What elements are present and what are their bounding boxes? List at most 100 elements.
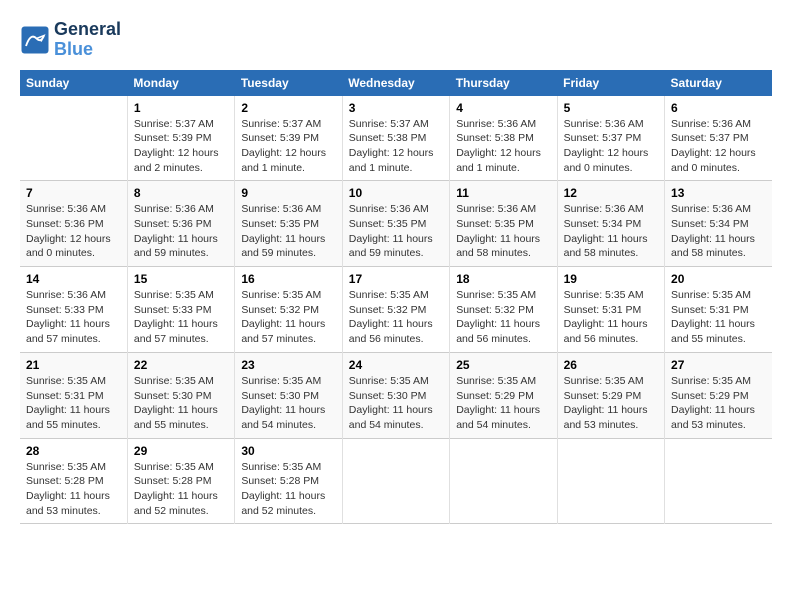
day-number: 20	[671, 272, 766, 286]
day-number: 28	[26, 444, 121, 458]
calendar-cell: 20Sunrise: 5:35 AMSunset: 5:31 PMDayligh…	[665, 267, 772, 353]
calendar-cell: 28Sunrise: 5:35 AMSunset: 5:28 PMDayligh…	[20, 438, 127, 524]
day-info: Sunrise: 5:37 AMSunset: 5:39 PMDaylight:…	[241, 117, 335, 176]
day-number: 5	[564, 101, 658, 115]
day-number: 10	[349, 186, 443, 200]
day-number: 21	[26, 358, 121, 372]
calendar-week-2: 7 Sunrise: 5:36 AMSunset: 5:36 PMDaylight…	[20, 181, 772, 267]
calendar-cell: 25 Sunrise: 5:35 AMSunset: 5:29 PMDayligh…	[450, 352, 557, 438]
day-info: Sunrise: 5:35 AMSunset: 5:31 PMDaylight:…	[564, 288, 658, 347]
day-number: 23	[241, 358, 335, 372]
calendar-cell	[342, 438, 449, 524]
calendar-cell: 17 Sunrise: 5:35 AMSunset: 5:32 PMDayligh…	[342, 267, 449, 353]
day-number: 7	[26, 186, 121, 200]
calendar-week-5: 28 Sunrise: 5:35 AMSunset: 5:28 PMDayligh…	[20, 438, 772, 524]
day-info: Sunrise: 5:36 AMSunset: 5:36 PMDaylight:…	[26, 202, 121, 261]
calendar-cell: 24Sunrise: 5:35 AMSunset: 5:30 PMDayligh…	[342, 352, 449, 438]
day-number: 26	[564, 358, 658, 372]
calendar-cell	[665, 438, 772, 524]
calendar-cell: 27 Sunrise: 5:35 AMSunset: 5:29 PMDayligh…	[665, 352, 772, 438]
calendar-cell: 15Sunrise: 5:35 AMSunset: 5:33 PMDayligh…	[127, 267, 234, 353]
calendar-cell: 2 Sunrise: 5:37 AMSunset: 5:39 PMDaylight…	[235, 96, 342, 181]
day-info: Sunrise: 5:35 AMSunset: 5:29 PMDaylight:…	[564, 374, 658, 433]
day-info: Sunrise: 5:36 AMSunset: 5:36 PMDaylight:…	[134, 202, 228, 261]
calendar-cell	[557, 438, 664, 524]
calendar-cell: 10 Sunrise: 5:36 AMSunset: 5:35 PMDayligh…	[342, 181, 449, 267]
day-number: 18	[456, 272, 550, 286]
calendar-cell	[20, 96, 127, 181]
day-info: Sunrise: 5:35 AMSunset: 5:33 PMDaylight:…	[134, 288, 228, 347]
day-info: Sunrise: 5:37 AMSunset: 5:39 PMDaylight:…	[134, 117, 228, 176]
day-number: 3	[349, 101, 443, 115]
calendar-cell: 12Sunrise: 5:36 AMSunset: 5:34 PMDayligh…	[557, 181, 664, 267]
column-header-tuesday: Tuesday	[235, 70, 342, 96]
calendar-cell: 9 Sunrise: 5:36 AMSunset: 5:35 PMDaylight…	[235, 181, 342, 267]
day-info: Sunrise: 5:36 AMSunset: 5:34 PMDaylight:…	[671, 202, 766, 261]
day-info: Sunrise: 5:36 AMSunset: 5:37 PMDaylight:…	[671, 117, 766, 176]
day-info: Sunrise: 5:35 AMSunset: 5:28 PMDaylight:…	[134, 460, 228, 519]
day-info: Sunrise: 5:35 AMSunset: 5:29 PMDaylight:…	[671, 374, 766, 433]
calendar-week-4: 21Sunrise: 5:35 AMSunset: 5:31 PMDayligh…	[20, 352, 772, 438]
calendar-cell: 7 Sunrise: 5:36 AMSunset: 5:36 PMDaylight…	[20, 181, 127, 267]
day-number: 19	[564, 272, 658, 286]
day-info: Sunrise: 5:36 AMSunset: 5:35 PMDaylight:…	[456, 202, 550, 261]
day-number: 30	[241, 444, 335, 458]
day-number: 24	[349, 358, 443, 372]
day-number: 6	[671, 101, 766, 115]
calendar-cell: 16Sunrise: 5:35 AMSunset: 5:32 PMDayligh…	[235, 267, 342, 353]
calendar-table: SundayMondayTuesdayWednesdayThursdayFrid…	[20, 70, 772, 525]
header-row: SundayMondayTuesdayWednesdayThursdayFrid…	[20, 70, 772, 96]
calendar-cell: 30Sunrise: 5:35 AMSunset: 5:28 PMDayligh…	[235, 438, 342, 524]
calendar-cell: 19 Sunrise: 5:35 AMSunset: 5:31 PMDayligh…	[557, 267, 664, 353]
day-number: 9	[241, 186, 335, 200]
day-info: Sunrise: 5:35 AMSunset: 5:30 PMDaylight:…	[134, 374, 228, 433]
column-header-monday: Monday	[127, 70, 234, 96]
day-number: 2	[241, 101, 335, 115]
page-header: General Blue	[20, 20, 772, 60]
logo-text: General Blue	[54, 20, 121, 60]
day-info: Sunrise: 5:36 AMSunset: 5:37 PMDaylight:…	[564, 117, 658, 176]
logo: General Blue	[20, 20, 121, 60]
column-header-thursday: Thursday	[450, 70, 557, 96]
day-info: Sunrise: 5:35 AMSunset: 5:32 PMDaylight:…	[456, 288, 550, 347]
calendar-cell: 23Sunrise: 5:35 AMSunset: 5:30 PMDayligh…	[235, 352, 342, 438]
day-number: 1	[134, 101, 228, 115]
day-number: 12	[564, 186, 658, 200]
column-header-wednesday: Wednesday	[342, 70, 449, 96]
day-info: Sunrise: 5:36 AMSunset: 5:35 PMDaylight:…	[241, 202, 335, 261]
column-header-sunday: Sunday	[20, 70, 127, 96]
day-number: 16	[241, 272, 335, 286]
day-number: 17	[349, 272, 443, 286]
day-number: 4	[456, 101, 550, 115]
calendar-week-1: 1 Sunrise: 5:37 AMSunset: 5:39 PMDaylight…	[20, 96, 772, 181]
day-info: Sunrise: 5:35 AMSunset: 5:29 PMDaylight:…	[456, 374, 550, 433]
calendar-cell: 29 Sunrise: 5:35 AMSunset: 5:28 PMDayligh…	[127, 438, 234, 524]
calendar-cell: 1 Sunrise: 5:37 AMSunset: 5:39 PMDaylight…	[127, 96, 234, 181]
day-number: 22	[134, 358, 228, 372]
day-number: 27	[671, 358, 766, 372]
column-header-saturday: Saturday	[665, 70, 772, 96]
calendar-cell: 22 Sunrise: 5:35 AMSunset: 5:30 PMDayligh…	[127, 352, 234, 438]
calendar-cell: 13 Sunrise: 5:36 AMSunset: 5:34 PMDayligh…	[665, 181, 772, 267]
day-number: 8	[134, 186, 228, 200]
calendar-cell: 26 Sunrise: 5:35 AMSunset: 5:29 PMDayligh…	[557, 352, 664, 438]
day-number: 25	[456, 358, 550, 372]
day-number: 29	[134, 444, 228, 458]
day-info: Sunrise: 5:36 AMSunset: 5:35 PMDaylight:…	[349, 202, 443, 261]
calendar-cell: 11 Sunrise: 5:36 AMSunset: 5:35 PMDayligh…	[450, 181, 557, 267]
calendar-cell: 8 Sunrise: 5:36 AMSunset: 5:36 PMDaylight…	[127, 181, 234, 267]
day-number: 13	[671, 186, 766, 200]
day-info: Sunrise: 5:36 AMSunset: 5:38 PMDaylight:…	[456, 117, 550, 176]
calendar-cell: 4 Sunrise: 5:36 AMSunset: 5:38 PMDaylight…	[450, 96, 557, 181]
calendar-cell: 5 Sunrise: 5:36 AMSunset: 5:37 PMDaylight…	[557, 96, 664, 181]
calendar-cell: 21Sunrise: 5:35 AMSunset: 5:31 PMDayligh…	[20, 352, 127, 438]
day-number: 14	[26, 272, 121, 286]
calendar-cell	[450, 438, 557, 524]
calendar-week-3: 14Sunrise: 5:36 AMSunset: 5:33 PMDayligh…	[20, 267, 772, 353]
logo-icon	[20, 25, 50, 55]
day-number: 11	[456, 186, 550, 200]
calendar-cell: 18 Sunrise: 5:35 AMSunset: 5:32 PMDayligh…	[450, 267, 557, 353]
day-info: Sunrise: 5:35 AMSunset: 5:32 PMDaylight:…	[349, 288, 443, 347]
column-header-friday: Friday	[557, 70, 664, 96]
calendar-cell: 6 Sunrise: 5:36 AMSunset: 5:37 PMDaylight…	[665, 96, 772, 181]
